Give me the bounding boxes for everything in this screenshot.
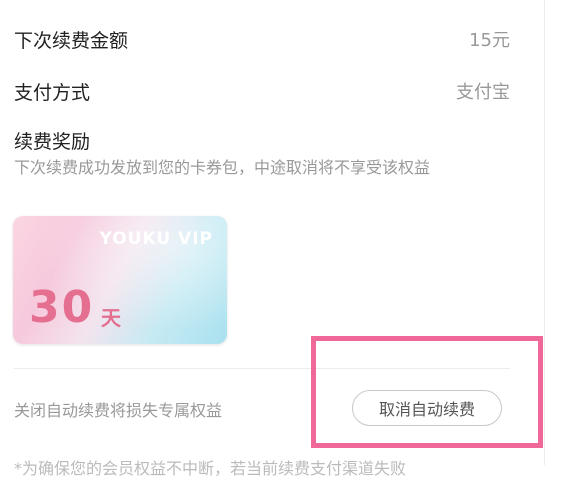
- reward-days-unit: 天: [101, 306, 121, 330]
- payment-method-row[interactable]: 支付方式 支付宝: [14, 76, 510, 106]
- next-renewal-amount-row: 下次续费金额 15元: [14, 24, 510, 54]
- payment-method-value: 支付宝: [456, 82, 510, 103]
- vip-reward-card: YOUKU VIP 30 天: [13, 216, 227, 344]
- next-renewal-amount-label: 下次续费金额: [14, 29, 129, 52]
- footnote-text: *为确保您的会员权益不中断，若当前续费支付渠道失败: [14, 459, 407, 478]
- renewal-reward-description: 下次续费成功发放到您的卡券包，中途取消将不享受该权益: [14, 158, 431, 177]
- next-renewal-amount-value: 15元: [469, 30, 510, 51]
- highlight-annotation-box: [311, 336, 543, 448]
- cancel-warning-text: 关闭自动续费将损失专属权益: [14, 401, 223, 420]
- payment-method-label: 支付方式: [14, 81, 91, 104]
- panel-border: [544, 0, 545, 465]
- reward-days-number: 30: [29, 282, 95, 333]
- youku-vip-logo: YOUKU VIP: [99, 229, 213, 249]
- renewal-reward-title: 续费奖励: [14, 131, 91, 153]
